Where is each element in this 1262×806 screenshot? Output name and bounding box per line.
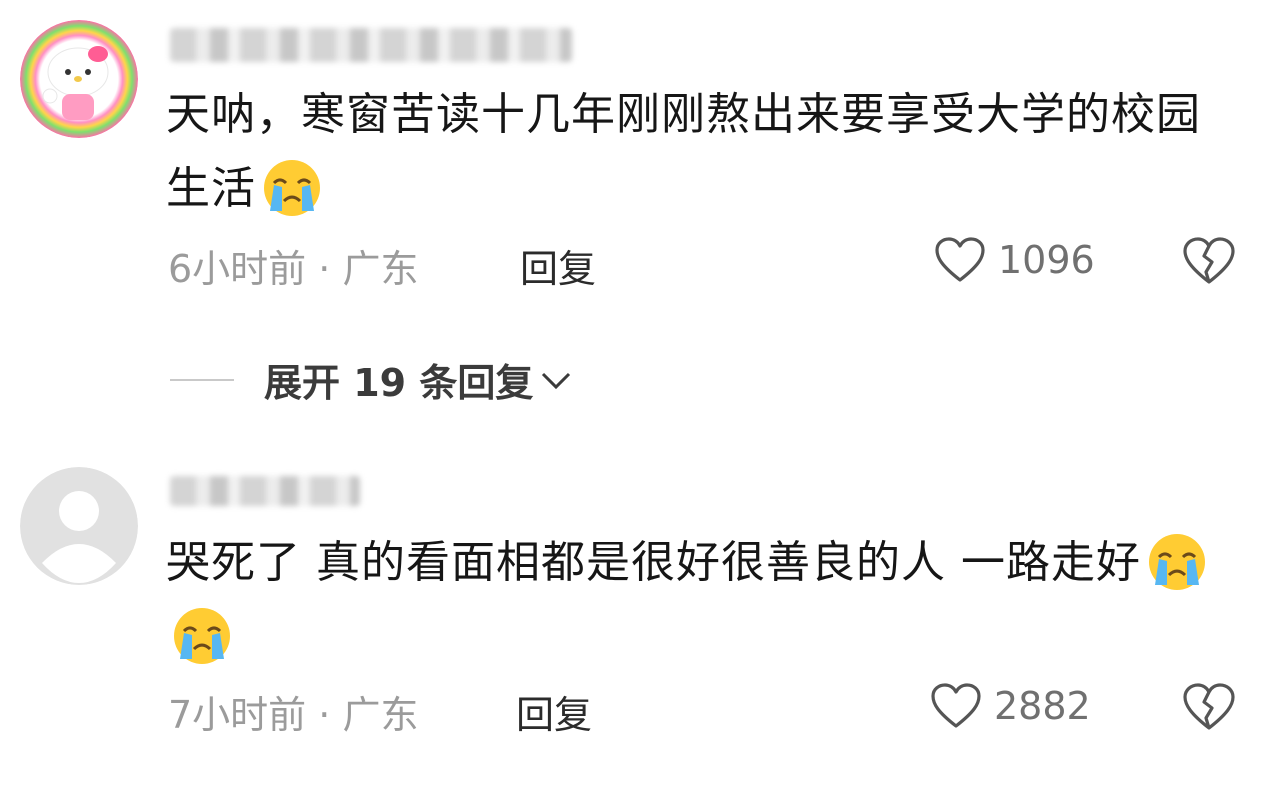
comment-text: 天呐，寒窗苦读十几年刚刚熬出来要享受大学的校园生活 — [166, 78, 1226, 226]
expand-replies[interactable]: 展开 19 条回复 — [170, 352, 573, 407]
comment-body: 哭死了 真的看面相都是很好很善良的人 一路走好 — [166, 537, 1141, 588]
divider-line — [170, 378, 234, 381]
reply-button[interactable]: 回复 — [520, 238, 596, 293]
heart-outline-icon — [935, 237, 985, 282]
username-redacted[interactable] — [170, 28, 572, 62]
expand-replies-label: 展开 19 条回复 — [264, 361, 534, 405]
next-expand-row-cutoff — [170, 790, 550, 806]
location: 广东 — [342, 693, 419, 737]
comment-meta: 6小时前 · 广东 — [168, 238, 418, 293]
like-button[interactable]: 1096 — [934, 236, 1095, 284]
comment-text: 哭死了 真的看面相都是很好很善良的人 一路走好 — [166, 526, 1226, 674]
loudly-crying-face-icon — [170, 607, 234, 665]
loudly-crying-face-icon — [260, 159, 324, 217]
meta-separator: · — [318, 247, 331, 291]
timestamp: 6小时前 — [168, 247, 307, 291]
like-button[interactable]: 2882 — [930, 682, 1091, 730]
username-redacted[interactable] — [170, 476, 360, 506]
like-count: 1096 — [998, 238, 1095, 282]
chevron-down-icon — [542, 372, 571, 389]
timestamp: 7小时前 — [168, 693, 307, 737]
broken-heart-icon[interactable] — [1182, 682, 1236, 732]
reply-button[interactable]: 回复 — [516, 684, 592, 739]
comment-meta: 7小时前 · 广东 — [168, 684, 418, 739]
like-count: 2882 — [994, 684, 1091, 728]
heart-outline-icon — [931, 683, 981, 728]
avatar[interactable] — [20, 20, 138, 138]
broken-heart-icon[interactable] — [1182, 236, 1236, 286]
location: 广东 — [342, 247, 419, 291]
meta-separator: · — [318, 693, 331, 737]
loudly-crying-face-icon — [1145, 533, 1209, 591]
avatar[interactable] — [20, 467, 138, 585]
